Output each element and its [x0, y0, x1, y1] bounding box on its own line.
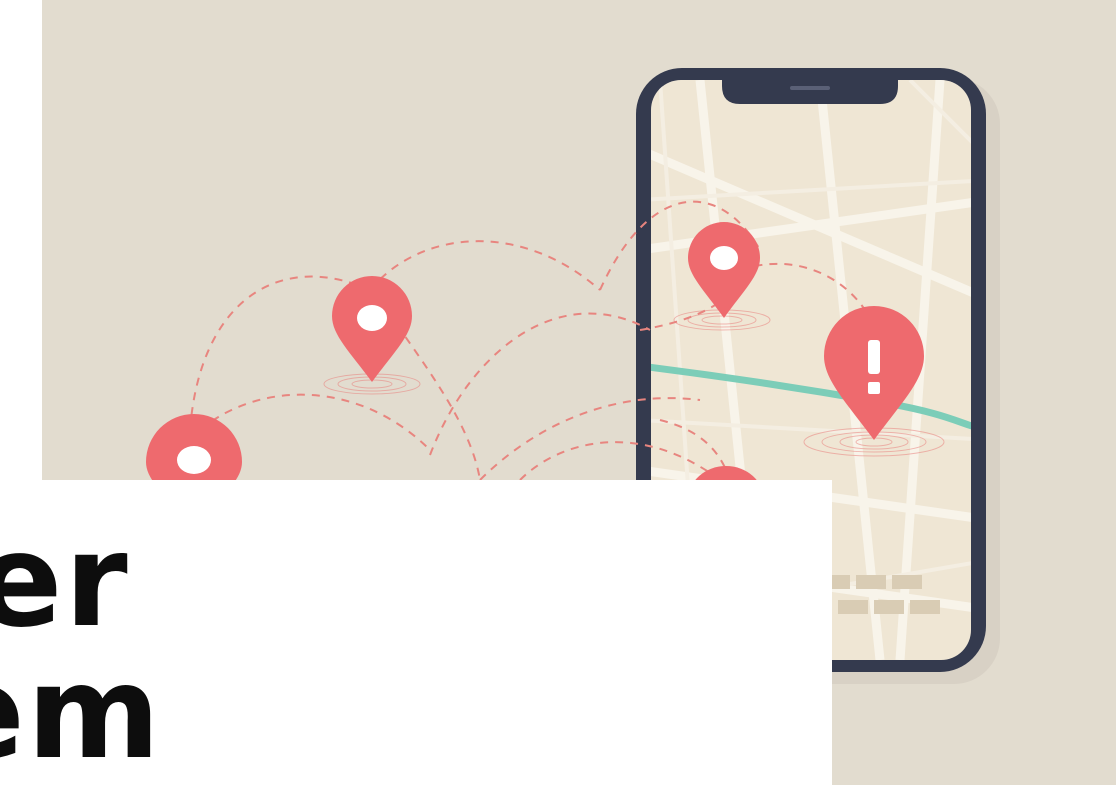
hero-banner: per em — [0, 0, 1116, 785]
headline-line-1: per — [0, 507, 130, 656]
headline-card: per em — [0, 480, 832, 785]
headline-line-2: em — [0, 639, 163, 785]
left-margin — [0, 0, 42, 480]
